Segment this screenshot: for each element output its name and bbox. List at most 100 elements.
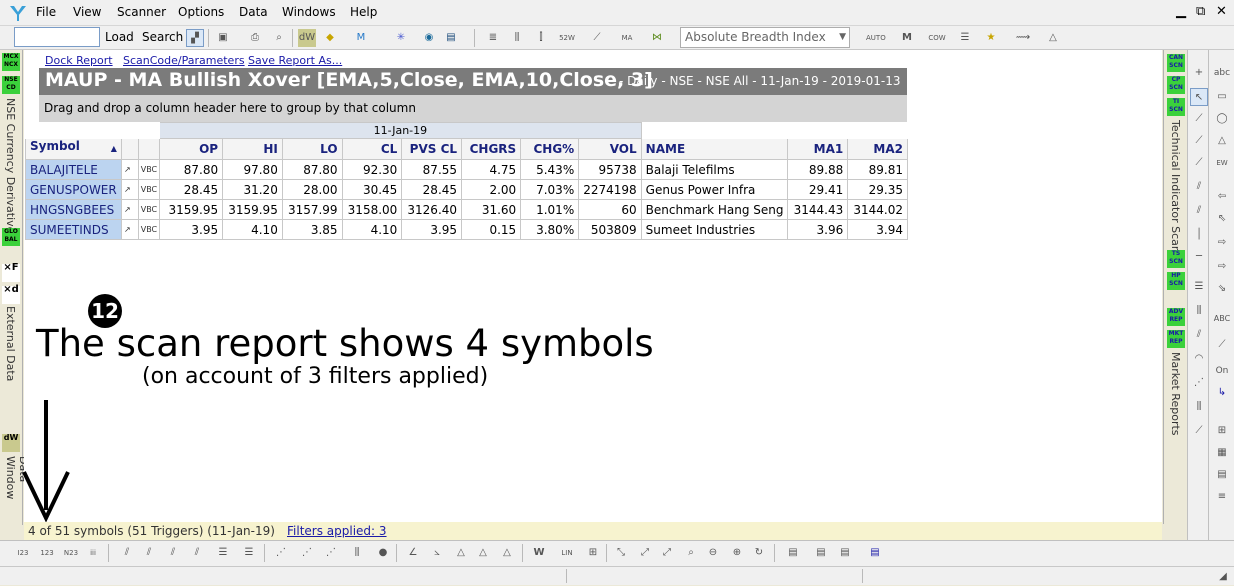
wave-a-icon[interactable]: ⫽ xyxy=(118,544,136,562)
col-name[interactable]: NAME xyxy=(640,138,789,160)
col-ma1[interactable]: MA1 xyxy=(787,138,849,160)
chart-link-icon[interactable]: ↗ xyxy=(120,199,139,220)
arc-icon[interactable]: ◠ xyxy=(1190,350,1208,368)
cell-symbol[interactable]: BALAJITELE xyxy=(25,159,122,180)
layout-icon[interactable]: ▤ xyxy=(442,29,460,47)
chart-cursor-icon[interactable]: ▞ xyxy=(186,29,204,47)
fib-ext-icon[interactable]: ☰ xyxy=(214,544,232,562)
arrow-right-icon[interactable]: ⇨ xyxy=(1213,234,1231,252)
menu-scanner[interactable]: Scanner xyxy=(117,5,166,19)
fib-fan-icon[interactable]: ⋰ xyxy=(1190,374,1208,392)
col-symbol[interactable]: Symbol ▲ xyxy=(25,138,122,160)
cell-symbol[interactable]: GENUSPOWER xyxy=(25,179,122,200)
report-a-icon[interactable]: ▤ xyxy=(812,544,830,562)
angle-icon[interactable]: ∠ xyxy=(404,544,422,562)
a-b-c-icon[interactable]: ABC xyxy=(1213,310,1231,328)
col-vol[interactable]: VOL xyxy=(578,138,642,160)
grid-icon[interactable]: ▤ xyxy=(1213,466,1231,484)
list-icon[interactable]: ≡ xyxy=(1213,488,1231,506)
mcx-ncx-button[interactable]: MCX NCX xyxy=(2,53,20,71)
ti-scn-button[interactable]: TI SCN xyxy=(1167,98,1185,116)
close-icon[interactable]: ✕ xyxy=(1216,4,1227,19)
arrow-right-2-icon[interactable]: ⇨ xyxy=(1213,258,1231,276)
technical-indicator-scans-tab[interactable]: Technical Indicator Scans xyxy=(1169,120,1182,259)
sl-line-icon[interactable]: ⟋ xyxy=(1190,132,1208,150)
col-op[interactable]: OP xyxy=(159,138,224,160)
external-data-tab[interactable]: External Data xyxy=(4,306,17,381)
wave-d-icon[interactable]: ⫽ xyxy=(188,544,206,562)
52w-hilo-icon[interactable]: 52W xyxy=(558,29,576,47)
hp-scn-button[interactable]: HP SCN xyxy=(1167,272,1185,290)
zoom-fit-icon[interactable]: ⤡ xyxy=(612,544,630,562)
chart-type-icon[interactable]: ⋈ xyxy=(648,29,666,47)
ew-sym-icon[interactable]: EW xyxy=(1213,154,1231,172)
global-button[interactable]: GLO BAL xyxy=(2,228,20,246)
abc-pattern-icon[interactable]: △ xyxy=(498,544,516,562)
ts-scn-button[interactable]: TS SCN xyxy=(1167,250,1185,268)
bar-chart-icon[interactable]: ⫼ xyxy=(508,29,526,47)
zoom-in-icon[interactable]: ⊕ xyxy=(728,544,746,562)
cell-symbol[interactable]: SUMEETINDS xyxy=(25,219,122,240)
col-hi[interactable]: HI xyxy=(222,138,283,160)
vbc-icon[interactable]: VBC xyxy=(137,219,161,240)
vertical-line-icon[interactable]: │ xyxy=(1190,226,1208,244)
horizontal-line-icon[interactable]: ─ xyxy=(1190,248,1208,266)
restore-icon[interactable]: ⧉ xyxy=(1196,4,1205,19)
cow-tam-icon[interactable]: COW xyxy=(928,29,946,47)
minimize-icon[interactable]: ▁ xyxy=(1176,4,1186,19)
save-icon[interactable]: ▣ xyxy=(214,29,232,47)
bars-icon[interactable]: ⫼ xyxy=(348,544,366,562)
report-c-icon[interactable]: ▤ xyxy=(866,544,884,562)
symbol-search-input[interactable] xyxy=(14,27,100,47)
menu-file[interactable]: File xyxy=(36,5,56,19)
wave-c-icon[interactable]: ⫽ xyxy=(164,544,182,562)
arrow-down-right-icon[interactable]: ⇘ xyxy=(1213,280,1231,298)
target-icon[interactable]: ☰ xyxy=(956,29,974,47)
text-tool-icon[interactable]: abc xyxy=(1213,64,1231,82)
triangle-tool-icon[interactable]: △ xyxy=(1213,132,1231,150)
group-by-bar[interactable]: Drag and drop a column header here to gr… xyxy=(39,95,907,122)
fan-c-icon[interactable]: ⋰ xyxy=(322,544,340,562)
channel-icon[interactable]: ⫽ xyxy=(1190,178,1208,196)
trendline-icon[interactable]: ⟋ xyxy=(1190,110,1208,128)
nse-cd-button[interactable]: NSE CD xyxy=(2,76,20,94)
save-report-link[interactable]: Save Report As... xyxy=(248,54,342,67)
col-lo[interactable]: LO xyxy=(281,138,343,160)
triangle-b-icon[interactable]: △ xyxy=(474,544,492,562)
lin-icon[interactable]: LIN xyxy=(558,544,576,562)
scancode-link[interactable]: ScanCode/Parameters xyxy=(123,54,245,67)
filters-applied-link[interactable]: Filters applied: 3 xyxy=(287,524,387,538)
chart-link-icon[interactable]: ↗ xyxy=(120,179,139,200)
globe-icon[interactable]: ◉ xyxy=(420,29,438,47)
table-row[interactable]: GENUSPOWER ↗ VBC 28.45 31.20 28.00 30.45 28.45 2… xyxy=(25,179,908,200)
resize-grip-icon[interactable]: ◢ xyxy=(1214,568,1232,586)
arrow-left-icon[interactable]: ⇦ xyxy=(1213,188,1231,206)
pattern-icon[interactable]: △ xyxy=(1044,29,1062,47)
measure-icon[interactable]: ⦣ xyxy=(428,544,446,562)
chart-link-icon[interactable]: ↗ xyxy=(120,159,139,180)
ma-xover-icon[interactable]: MA xyxy=(618,29,636,47)
trend-icon[interactable]: ⟋ xyxy=(588,29,606,47)
col-chgrs[interactable]: CHGRS xyxy=(461,138,522,160)
menu-windows[interactable]: Windows xyxy=(282,5,336,19)
cell-symbol[interactable]: HNGSNGBEES xyxy=(25,199,122,220)
chart-link-icon[interactable]: ↗ xyxy=(120,219,139,240)
rectangle-tool-icon[interactable]: ▭ xyxy=(1213,88,1231,106)
grid-tool-icon[interactable]: ⊞ xyxy=(584,544,602,562)
wave-icon[interactable]: ⟿ xyxy=(1014,29,1032,47)
fan-b-icon[interactable]: ⋰ xyxy=(298,544,316,562)
col-chg-pct[interactable]: CHG% xyxy=(520,138,580,160)
vbc-icon[interactable]: VBC xyxy=(137,159,161,180)
count-i-icon[interactable]: iii xyxy=(84,544,102,562)
col-ma2[interactable]: MA2 xyxy=(847,138,908,160)
gann-icon[interactable]: ⫽ xyxy=(1190,326,1208,344)
star-icon[interactable]: ★ xyxy=(982,29,1000,47)
external-x-icon[interactable]: ×F xyxy=(2,263,20,282)
zoom-expand-icon[interactable]: ⤢ xyxy=(636,544,654,562)
menu-data[interactable]: Data xyxy=(239,5,268,19)
line-tool-icon[interactable]: ⟋ xyxy=(1213,336,1231,354)
arrow-up-left-icon[interactable]: ⇖ xyxy=(1213,210,1231,228)
table-row[interactable]: BALAJITELE ↗ VBC 87.80 97.80 87.80 92.30 87.55 4… xyxy=(25,159,908,180)
dock-report-link[interactable]: Dock Report xyxy=(45,54,113,67)
col-pvs-cl[interactable]: PVS CL xyxy=(401,138,463,160)
